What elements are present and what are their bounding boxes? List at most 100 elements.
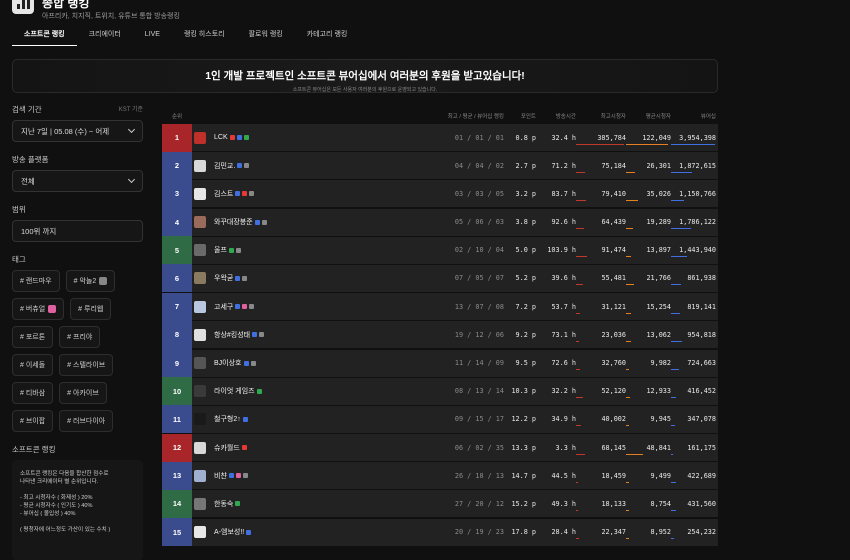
cell-ranks: 27 / 20 / 12 [454,499,504,508]
chart-logo-icon[interactable] [12,0,34,14]
header-5[interactable]: 평균시청자 [626,112,671,120]
header-1[interactable]: 최고 / 평균 / 뷰어십 랭킹 [424,112,504,120]
tag-item[interactable]: # 루리웹 [70,298,112,320]
tag-item[interactable]: # 이세돌 [12,354,54,376]
cell-peak: 52,120 [576,387,626,399]
creator-name[interactable]: 와꾸대장봉준 [214,217,424,227]
table-row[interactable]: 9 BJ이상호 11 / 14 / 09 9.5 p 72.6 h 32,760 9,982… [162,349,718,378]
table-row[interactable]: 4 와꾸대장봉준 05 / 06 / 03 3.8 p 92.6 h 64,439 19,2… [162,208,718,237]
table-row[interactable]: 8 항상#킹성태 19 / 12 / 06 9.2 p 73.1 h 23,036 13,0… [162,320,718,350]
cell-hours: 44.5 h [551,471,576,480]
tab-5[interactable]: 카테고리 랭킹 [295,30,360,46]
cell-ranks: 26 / 18 / 13 [454,471,504,480]
tab-2[interactable]: LIVE [133,30,172,46]
tag-item[interactable]: # 브이팝 [12,410,54,432]
tab-1[interactable]: 크리에이터 [77,30,133,46]
tab-4[interactable]: 팔로워 랭킹 [237,30,295,46]
platform-label: 방송 플랫폼 [12,155,49,164]
table-row[interactable]: 1 LCK 01 / 01 / 01 0.8 p 32.4 h 385,784 122,04… [162,123,718,152]
table-row[interactable]: 5 울프 02 / 10 / 04 5.0 p 103.9 h 91,474 13,897 1… [162,236,718,265]
value-bar [576,397,583,399]
table-row[interactable]: 11 철구형2↑ 09 / 15 / 17 12.2 p 34.9 h 40,002 9,9… [162,405,718,434]
creator-name[interactable]: LCK [214,134,424,141]
value-bar [671,481,676,483]
rank-cell: 6 [162,264,192,293]
value-bar [626,453,643,455]
tab-3[interactable]: 랭킹 히스토리 [172,30,237,46]
value-bar [576,312,580,314]
creator-name[interactable]: 라이엇 게임즈 [214,386,424,396]
header-4[interactable]: 최고시청자 [576,112,626,120]
cell-ranks: 02 / 10 / 04 [454,246,504,255]
tag-item[interactable]: # 악놀2 [65,270,116,292]
period-select[interactable]: 지난 7일 | 05.08 (수) ~ 어제 [12,120,143,142]
table-row[interactable]: 14 한동숙 27 / 20 / 12 15.2 p 49.3 h 18,133 8,754… [162,489,718,519]
cell-points: 9.2 p [515,330,536,339]
tag-label: # 브이팝 [20,418,46,425]
tag-item[interactable]: # 버츄얼 [12,298,65,320]
platform-badge-icon [237,163,243,169]
creator-name[interactable]: 울프 [214,245,424,255]
cell-viewership: 347,078 [671,415,716,427]
value-bar [671,509,676,511]
creator-name[interactable]: 슈카월드 [214,443,424,453]
table-row[interactable]: 7 고세구 13 / 07 / 08 7.2 p 53.7 h 31,121 15,254 8… [162,292,718,322]
value-bar [626,256,631,258]
ranking-info-box: 소프트콘 랭킹은 다음을 합산한 점수로 나타낸 크리에이터 별 순위입니다. -… [12,460,143,560]
platform-select[interactable]: 전체 [12,170,143,192]
creator-name[interactable]: 철구형2↑ [214,414,424,424]
tag-item[interactable]: # 티바삼 [12,382,54,404]
platform-badge-icon [242,304,248,310]
creator-name[interactable]: 김민교. [214,161,424,171]
avatar [194,469,206,482]
creator-name[interactable]: BJ이상호 [214,358,424,368]
header-0[interactable]: 순위 [172,112,182,120]
table-row[interactable]: 15 A-엠보성!! 20 / 19 / 23 17.8 p 28.4 h 22,347 8… [162,518,718,547]
tag-label: # 포르톤 [20,334,46,341]
creator-name-text: 항상#킹성태 [214,331,251,339]
value-bar [576,425,581,427]
tag-badge-icon [48,305,57,313]
table-row[interactable]: 13 비챤 26 / 18 / 13 14.7 p 44.5 h 18,459 9,499 4… [162,461,718,491]
cell-hours: 32.2 h [551,387,576,396]
creator-name[interactable]: 우왁굳 [214,273,424,283]
platform-badge-icon [242,416,248,422]
value-bar [626,228,633,230]
range-select[interactable]: 100위 까지 [12,220,143,242]
table-row[interactable]: 10 라이엇 게임즈 08 / 13 / 14 10.3 p 32.2 h 52,120 1… [162,377,718,406]
cell-peak: 22,347 [576,528,626,540]
creator-name[interactable]: 김스트 [214,189,424,199]
tag-item[interactable]: # 랜드마우 [12,270,60,292]
tag-item[interactable]: # 프리야 [59,326,101,348]
donation-banner[interactable]: 1인 개발 프로젝트인 소프트콘 뷰어십에서 여러분의 후원을 받고있습니다! … [12,59,718,93]
header-6[interactable]: 뷰어십 [671,112,716,120]
table-row[interactable]: 3 김스트 03 / 03 / 05 3.2 p 83.7 h 79,410 35,026 1… [162,179,718,209]
creator-name[interactable]: 한동숙 [214,499,424,509]
tab-0[interactable]: 소프트콘 랭킹 [12,30,77,46]
creator-name[interactable]: A-엠보성!! [214,527,424,537]
header-2[interactable]: 포인트 [504,112,536,120]
info-label: 소프트콘 랭킹 [12,445,56,454]
table-row[interactable]: 12 슈카월드 06 / 02 / 35 13.3 p 3.3 h 68,145 48,84… [162,433,718,463]
header-3[interactable]: 방송시간 [536,112,576,120]
cell-avg: 9,499 [626,472,671,483]
platform-badge-icon [242,473,248,479]
tag-item[interactable]: # 아카이브 [59,382,107,404]
table-row[interactable]: 2 김민교. 04 / 04 / 02 2.7 p 71.2 h 75,184 26,301… [162,151,718,181]
value-bar [576,538,579,540]
tag-badge-icon [99,277,108,285]
tag-item[interactable]: # 포르톤 [12,326,54,348]
creator-name[interactable]: 항상#킹성태 [214,330,424,340]
rank-cell: 10 [162,377,192,406]
platform-badge-icon [249,304,255,310]
tag-item[interactable]: # 러브다이아 [59,410,114,432]
table-row[interactable]: 6 우왁굳 07 / 05 / 07 5.2 p 39.6 h 55,481 21,766 8… [162,264,718,293]
sidebar-filters: 검색 기간 KST 기준 지난 7일 | 05.08 (수) ~ 어제 방송 플랫… [12,104,143,560]
creator-name-text: 철구형2↑ [214,416,241,424]
creator-name[interactable]: 고세구 [214,302,424,312]
tag-item[interactable]: # 스텔라이브 [59,354,114,376]
creator-name[interactable]: 비챤 [214,471,424,481]
timezone-label: KST 기준 [118,107,143,113]
platform-badge-icon [250,360,256,366]
value-bar [576,256,588,258]
